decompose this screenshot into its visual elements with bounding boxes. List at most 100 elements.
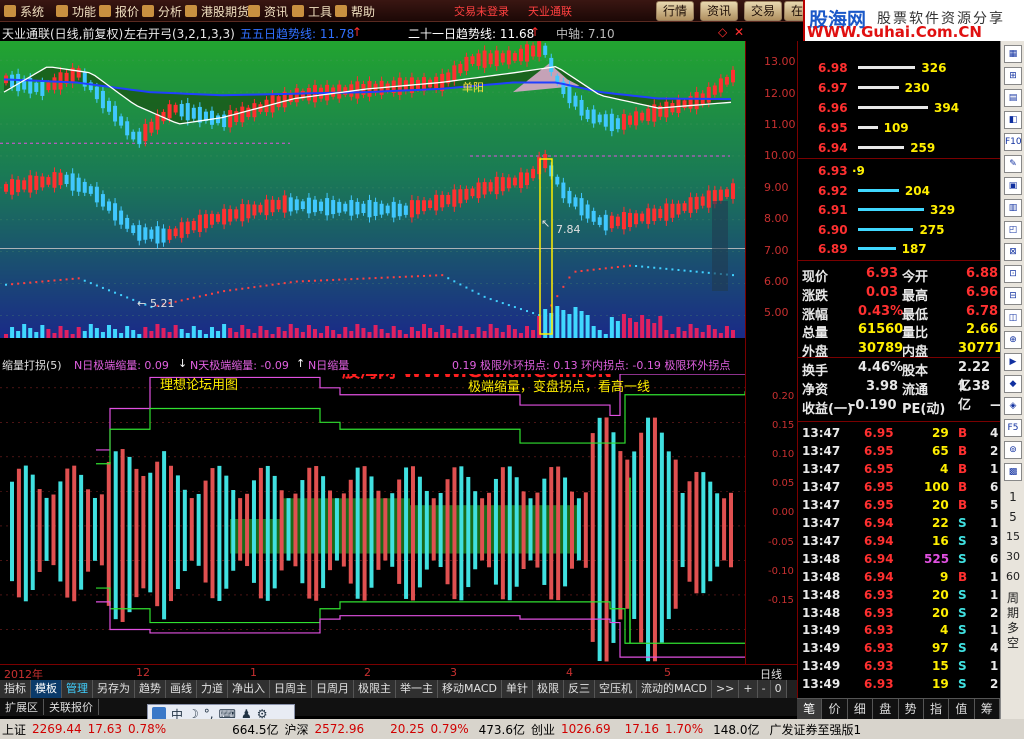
indicator-chart[interactable]: 理想论坛用图 极端缩量，变盘拐点，看高一线 股海网 WWW.Guhai.Com.… [0,374,745,664]
buy-order-row[interactable]: 6.90 275 [798,220,1001,240]
tab-day-week-main[interactable]: 日周主 [270,680,312,698]
tab-trend[interactable]: 趋势 [135,680,166,698]
tool-icon[interactable]: ◧ [1004,111,1022,129]
menu-analysis[interactable]: 分析 [142,0,182,22]
tab-single-needle[interactable]: 单针 [501,680,533,698]
tab-reverse-three[interactable]: 反三 [563,680,595,698]
diamond-icon[interactable]: ◇ [718,25,727,39]
tab-price[interactable]: 价 [822,699,848,719]
tool-icon[interactable]: ▶ [1004,353,1022,371]
number-5-icon[interactable]: 5 [1004,509,1022,527]
volume-bar [415,331,420,338]
ext-area-tab[interactable]: 扩展区 [0,699,44,715]
tool-icon[interactable]: ⊚ [1004,441,1022,459]
tool-icon[interactable]: ⊠ [1004,243,1022,261]
menu-news[interactable]: 资讯 [248,0,288,22]
sell-order-row[interactable]: 6.98 326 [798,58,1001,78]
trade-login-link[interactable]: 交易未登录 [454,0,509,22]
sell-order-row[interactable]: 6.94 259 [798,138,1001,158]
related-quote-tab[interactable]: 关联报价 [44,699,99,715]
tab-value[interactable]: 值 [949,699,975,719]
tab-limit[interactable]: 极限 [532,680,564,698]
menu-help[interactable]: 帮助 [335,0,375,22]
sell-order-row[interactable]: 6.95 109 [798,118,1001,138]
tool-icon[interactable]: ◈ [1004,397,1022,415]
zoom-out-button[interactable]: - [757,680,771,698]
tool-icon[interactable]: ⊟ [1004,287,1022,305]
trade-button[interactable]: 交易 [744,1,783,21]
tool-icon[interactable]: ⊡ [1004,265,1022,283]
tool-icon[interactable]: ⊕ [1004,331,1022,349]
tool-icon[interactable]: ▥ [1004,199,1022,217]
sell-order-row[interactable]: 6.96 394 [798,98,1001,118]
tab-template[interactable]: 模板 [31,680,62,698]
candle-body [488,53,493,65]
f5-icon[interactable]: F5 [1004,419,1022,437]
price-chart[interactable]: 单阳 7.84 ↖ ← 5.21 [0,41,745,338]
number-15-icon[interactable]: 15 [1004,529,1022,547]
order-qty: 109 [883,121,909,135]
period-text[interactable]: 周期多空 [1004,591,1022,651]
tab-flowing-macd[interactable]: 流动的MACD [636,680,712,698]
info-button[interactable]: 资讯 [700,1,739,21]
tab-index[interactable]: 指 [924,699,950,719]
tab-net-flow[interactable]: 净出入 [228,680,270,698]
buy-order-row[interactable]: 6.91 329 [798,200,1001,220]
menu-quote[interactable]: 报价 [99,0,139,22]
indicator-bar [666,451,671,620]
tab-raise-main[interactable]: 举一主 [396,680,438,698]
tab-force[interactable]: 力道 [197,680,228,698]
zoom-reset-button[interactable]: 0 [770,680,787,698]
tab-more[interactable]: >> [711,680,740,698]
tab-air-compressor[interactable]: 空压机 [594,680,637,698]
menu-tools-label: 工具 [308,4,333,19]
volume-bar [155,324,160,338]
zoom-in-button[interactable]: + [739,680,758,698]
tool-icon[interactable]: ▦ [1004,45,1022,63]
buy-order-row[interactable]: 6.89 187 [798,239,1001,259]
tool-icon[interactable]: ✎ [1004,155,1022,173]
menu-tools[interactable]: 工具 [292,0,332,22]
buy-order-row[interactable]: 6.93 ·9 [798,161,1001,181]
market-button[interactable]: 行情 [656,1,695,21]
tab-momentum[interactable]: 势 [899,699,924,719]
sh-index-label[interactable]: 上证 [2,721,26,738]
tool-icon[interactable]: ▩ [1004,463,1022,481]
tool-icon[interactable]: ▤ [1004,89,1022,107]
number-60-icon[interactable]: 60 [1004,569,1022,587]
f10-icon[interactable]: F10 [1004,133,1022,151]
sh-index-value: 2269.44 [32,722,82,736]
tool-icon[interactable]: ⊞ [1004,67,1022,85]
tab-moving-macd[interactable]: 移动MACD [438,680,502,698]
menu-system[interactable]: 系统 [4,0,44,22]
sell-order-row[interactable]: 6.97 230 [798,78,1001,98]
trend-dot [210,292,213,295]
tab-ticks[interactable]: 笔 [797,699,823,719]
tab-manage[interactable]: 管理 [62,680,93,698]
logo-url: WWW.Guhai.Com.CN [807,23,982,41]
cy-index-label[interactable]: 创业 [531,721,555,738]
tool-icon[interactable]: ◆ [1004,375,1022,393]
number-1-icon[interactable]: 1 [1004,489,1022,507]
close-icon[interactable]: ✕ [734,25,744,39]
number-30-icon[interactable]: 30 [1004,549,1022,567]
tab-save-as[interactable]: 另存为 [93,680,135,698]
tab-board[interactable]: 盘 [873,699,899,719]
hs-index-label[interactable]: 沪深 [284,721,308,738]
menu-hk-futures[interactable]: 港股期货 [185,0,249,22]
tool-icon[interactable]: ◫ [1004,309,1022,327]
tool-icon[interactable]: ▣ [1004,177,1022,195]
menu-function[interactable]: 功能 [56,0,96,22]
tab-detail[interactable]: 细 [848,699,874,719]
tab-chips[interactable]: 筹 [975,699,1000,719]
trend-dot [223,290,226,293]
tab-day-week-month[interactable]: 日周月 [312,680,354,698]
stock-name-link[interactable]: 天业通联 [528,0,572,22]
tab-limit-main[interactable]: 极限主 [354,680,396,698]
tab-indicator[interactable]: 指标 [0,680,31,698]
tool-icon[interactable]: ◰ [1004,221,1022,239]
trend-dot [410,275,413,278]
buy-order-row[interactable]: 6.92 204 [798,181,1001,201]
tab-drawing[interactable]: 画线 [166,680,197,698]
indicator-bar [79,474,84,590]
